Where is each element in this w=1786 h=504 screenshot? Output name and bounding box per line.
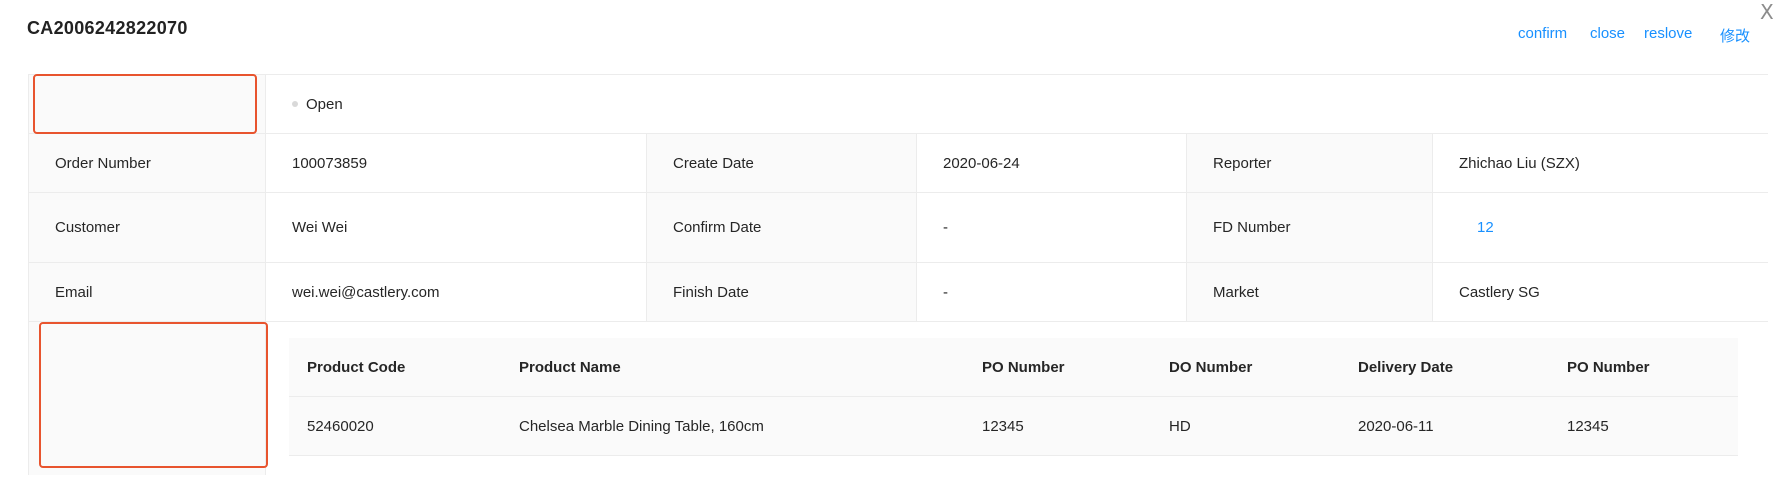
detail-row-order: Order Number 100073859 Create Date 2020-… [29, 134, 1769, 193]
create-date-label: Create Date [647, 134, 917, 192]
product-name-cell: Chelsea Marble Dining Table, 160cm [519, 417, 764, 435]
column-header-po-number: PO Number [982, 358, 1065, 376]
confirm-date-label: Confirm Date [647, 193, 917, 262]
table-row: 52460020 Chelsea Marble Dining Table, 16… [289, 397, 1738, 456]
confirm-link[interactable]: confirm [1518, 25, 1567, 42]
close-link[interactable]: close [1590, 25, 1625, 42]
fd-number-cell: 12 [1433, 193, 1769, 262]
finish-date-label: Finish Date [647, 263, 917, 321]
column-header-do-number: DO Number [1169, 358, 1253, 376]
order-number-label: Order Number [29, 134, 266, 192]
confirm-date-value: - [917, 193, 1187, 262]
reporter-value: Zhichao Liu (SZX) [1433, 134, 1769, 192]
detail-row-customer: Customer Wei Wei Confirm Date - FD Numbe… [29, 193, 1769, 263]
column-header-product-code: Product Code [307, 358, 406, 376]
reslove-link[interactable]: reslove [1644, 25, 1692, 42]
reporter-label: Reporter [1187, 134, 1433, 192]
delivery-date-cell: 2020-06-11 [1358, 417, 1434, 435]
highlight-box-products-label [39, 322, 268, 468]
products-row: Product Code Product Name PO Number DO N… [29, 322, 1769, 475]
customer-label: Customer [29, 193, 266, 262]
order-details-table: Open Order Number 100073859 Create Date … [28, 74, 1769, 475]
po-number-cell: 12345 [982, 417, 1024, 435]
status-row: Open [29, 75, 1769, 134]
highlight-box-status-label [33, 74, 257, 134]
do-number-cell: HD [1169, 417, 1191, 435]
fd-number-link[interactable]: 12 [1459, 219, 1494, 236]
products-table: Product Code Product Name PO Number DO N… [289, 338, 1738, 456]
column-header-delivery-date: Delivery Date [1358, 358, 1454, 376]
status-value-cell: Open [266, 75, 1769, 133]
order-number-value: 100073859 [266, 134, 647, 192]
product-code-cell: 52460020 [307, 417, 374, 435]
column-header-po-number-2: PO Number [1567, 358, 1650, 376]
email-value: wei.wei@castlery.com [266, 263, 647, 321]
products-cell: Product Code Product Name PO Number DO N… [266, 322, 1769, 475]
market-value: Castlery SG [1433, 263, 1769, 321]
detail-row-email: Email wei.wei@castlery.com Finish Date -… [29, 263, 1769, 322]
create-date-value: 2020-06-24 [917, 134, 1187, 192]
products-table-header: Product Code Product Name PO Number DO N… [289, 338, 1738, 397]
email-label: Email [29, 263, 266, 321]
customer-value: Wei Wei [266, 193, 647, 262]
market-label: Market [1187, 263, 1433, 321]
fd-number-label: FD Number [1187, 193, 1433, 262]
po-number-cell-2: 12345 [1567, 417, 1609, 435]
status-value: Open [306, 95, 343, 113]
close-icon[interactable]: X [1760, 0, 1774, 24]
edit-link[interactable]: 修改 [1720, 25, 1750, 46]
column-header-product-name: Product Name [519, 358, 621, 376]
status-dot-icon [292, 101, 298, 107]
action-bar: confirm close reslove 修改 [0, 25, 1786, 49]
finish-date-value: - [917, 263, 1187, 321]
